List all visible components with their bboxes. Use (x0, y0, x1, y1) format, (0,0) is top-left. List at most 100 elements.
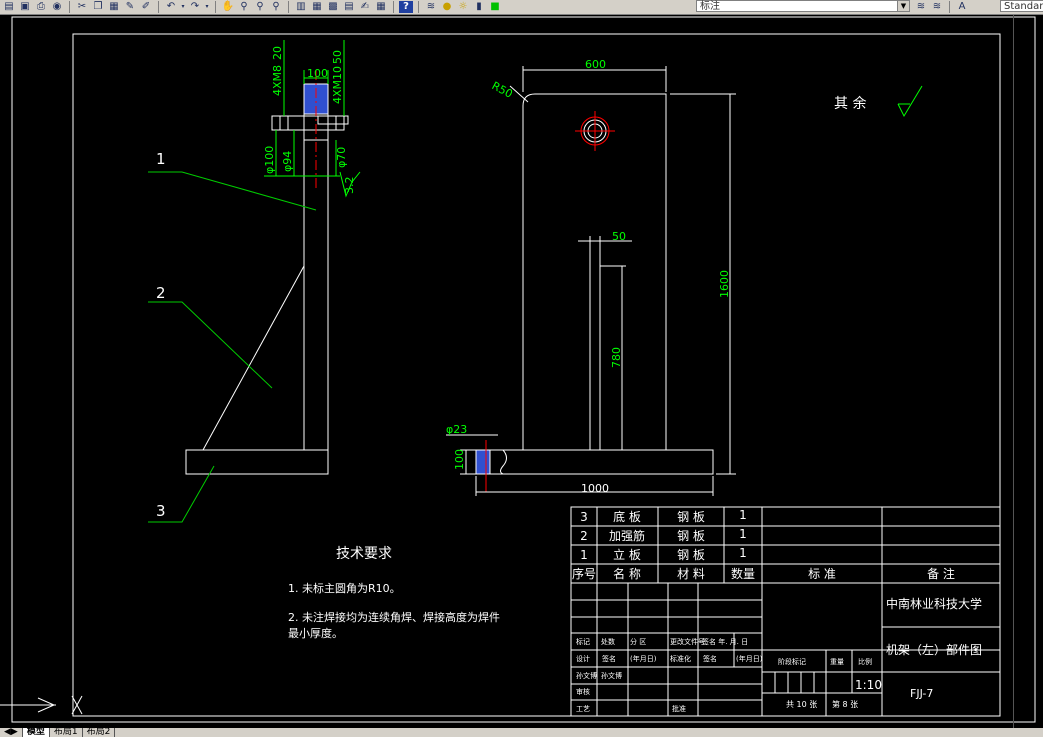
sun-icon[interactable]: ☼ (456, 1, 470, 13)
bom-row-3-material: 钢 板 (677, 510, 705, 524)
plot-icon[interactable]: ◉ (50, 1, 64, 13)
tb-label-standardize: 标准化 (670, 654, 691, 663)
tb-label-sign1: 签名 (602, 654, 616, 663)
text-style-icon[interactable]: A (955, 1, 969, 13)
zoom-realtime-icon[interactable]: ⚲ (237, 1, 251, 13)
help-icon[interactable]: ? (399, 1, 413, 13)
tb-designer-2: 孙文博 (601, 671, 622, 680)
sheet-set-icon[interactable]: ▤ (342, 1, 356, 13)
tb-label-weight: 重量 (830, 658, 844, 666)
print-icon[interactable]: ⎙ (34, 1, 48, 13)
bom-row-1-qty: 1 (739, 546, 747, 560)
zoom-previous-icon[interactable]: ⚲ (269, 1, 283, 13)
dim-phi94: φ94 (281, 151, 294, 172)
tab-model[interactable]: 模型 (22, 728, 50, 737)
dim-phi100: φ100 (263, 146, 276, 174)
layer-previous-icon[interactable]: ≋ (914, 1, 928, 13)
properties-icon[interactable]: ▥ (294, 1, 308, 13)
tab-layout2[interactable]: 布局2 (83, 728, 116, 737)
hole-section-hatch (475, 449, 491, 475)
bom-row-3-no: 3 (580, 510, 588, 524)
dim-780: 780 (610, 347, 623, 368)
tb-scale: 1:10 (855, 678, 882, 692)
bom-row-2-name: 加强筋 (609, 528, 645, 543)
dim-4xm8-depth: 20 (271, 46, 284, 60)
dim-phi23: φ23 (446, 423, 467, 436)
toolbar-separator (288, 1, 289, 13)
tab-layout1[interactable]: 布局1 (50, 728, 83, 737)
layout-tabs: ◀▶ 模型 布局1 布局2 (0, 728, 1043, 737)
paste-icon[interactable]: ▦ (107, 1, 121, 13)
canvas-edge (1013, 15, 1014, 728)
tb-label-sign-date: 签名 年. 月. 日 (702, 637, 748, 646)
bom-header-note: 备 注 (927, 566, 955, 581)
tb-label-approve: 批准 (672, 704, 686, 713)
dim-4xm10: 4XM10 (331, 66, 344, 104)
roughness-value: 3.2 (343, 177, 356, 195)
calculator-icon[interactable]: ▦ (374, 1, 388, 13)
lock-icon[interactable]: ▮ (472, 1, 486, 13)
redo-dropdown-icon[interactable]: ▾ (204, 1, 210, 13)
chevron-down-icon[interactable]: ▼ (897, 1, 909, 11)
dim-100-top: 100 (307, 67, 328, 80)
toolbar-separator (69, 1, 70, 13)
tech-note-2b: 最小厚度。 (288, 626, 343, 640)
toolbar-separator (949, 1, 950, 13)
bom-header-std: 标 准 (808, 567, 836, 581)
tb-label-process: 工艺 (576, 705, 590, 713)
bom-row-2-qty: 1 (739, 527, 747, 541)
layer-state-icon[interactable]: ≋ (930, 1, 944, 13)
tb-designer-1: 孙文博 (576, 671, 597, 680)
layer-combo-value: 标注 (700, 1, 720, 12)
layer-manager-icon[interactable]: ≋ (424, 1, 438, 13)
open-icon[interactable]: ▤ (2, 1, 16, 13)
tb-label-count: 处数 (601, 637, 615, 646)
dim-phi70: φ70 (335, 147, 348, 168)
copy-icon[interactable]: ❐ (91, 1, 105, 13)
match-brush-icon[interactable]: ✐ (139, 1, 153, 13)
balloon-3: 3 (156, 502, 166, 520)
tech-note-1: 1. 未标主圆角为R10。 (288, 581, 401, 595)
text-style-value: Standar (1004, 1, 1043, 12)
tb-label-review: 审核 (576, 687, 590, 696)
toolbar-separator (215, 1, 216, 13)
tech-note-2a: 2. 未注焊接均为连续角焊、焊接高度为焊件 (288, 610, 500, 624)
dim-4xm10-depth: 50 (331, 50, 344, 64)
tb-sheet-no: 第 8 张 (832, 699, 858, 709)
layer-color-icon[interactable]: ■ (488, 1, 502, 13)
save-icon[interactable]: ▣ (18, 1, 32, 13)
drawing-canvas[interactable]: 100 4XM8 20 4XM10 50 φ100 φ94 φ70 3.2 1 … (0, 15, 1043, 728)
bom-row-3-qty: 1 (739, 508, 747, 522)
undo-icon[interactable]: ↶ (164, 1, 178, 13)
layer-combo[interactable]: 标注 ▼ (696, 0, 910, 12)
tb-label-sign2: 签名 (703, 654, 717, 663)
tb-label-mark: 标记 (576, 637, 590, 646)
tool-palette-icon[interactable]: ▩ (326, 1, 340, 13)
undo-dropdown-icon[interactable]: ▾ (180, 1, 186, 13)
design-center-icon[interactable]: ▦ (310, 1, 324, 13)
toolbar-separator (158, 1, 159, 13)
bom-header-material: 材 料 (677, 567, 705, 581)
tab-nav-arrows[interactable]: ◀▶ (0, 728, 23, 737)
cut-icon[interactable]: ✂ (75, 1, 89, 13)
redo-icon[interactable]: ↷ (188, 1, 202, 13)
tb-sheets-total: 共 10 张 (786, 700, 817, 709)
tb-label-design: 设计 (576, 654, 590, 663)
bom-row-2-no: 2 (580, 529, 588, 543)
standard-toolbar: ▤ ▣ ⎙ ◉ ✂ ❐ ▦ ✎ ✐ ↶ ▾ ↷ ▾ ✋ ⚲ ⚲ ⚲ ▥ ▦ ▩ … (0, 0, 1043, 15)
bom-row-2-material: 钢 板 (677, 529, 705, 543)
lightbulb-icon[interactable]: ● (440, 1, 454, 13)
bom-row-1-name: 立 板 (613, 547, 641, 562)
zoom-window-icon[interactable]: ⚲ (253, 1, 267, 13)
tb-drawing-name: 机架（左）部件图 (886, 642, 982, 657)
bom-header-no: 序号 (572, 566, 596, 581)
match-properties-icon[interactable]: ✎ (123, 1, 137, 13)
text-style-combo[interactable]: Standar (1000, 0, 1043, 12)
tb-label-ratio: 比例 (858, 657, 872, 666)
markup-icon[interactable]: ✍ (358, 1, 372, 13)
balloon-1: 1 (156, 150, 166, 168)
bom-row-1-material: 钢 板 (677, 548, 705, 562)
dim-600: 600 (585, 58, 606, 71)
pan-icon[interactable]: ✋ (221, 1, 235, 13)
tech-title: 技术要求 (336, 546, 392, 562)
